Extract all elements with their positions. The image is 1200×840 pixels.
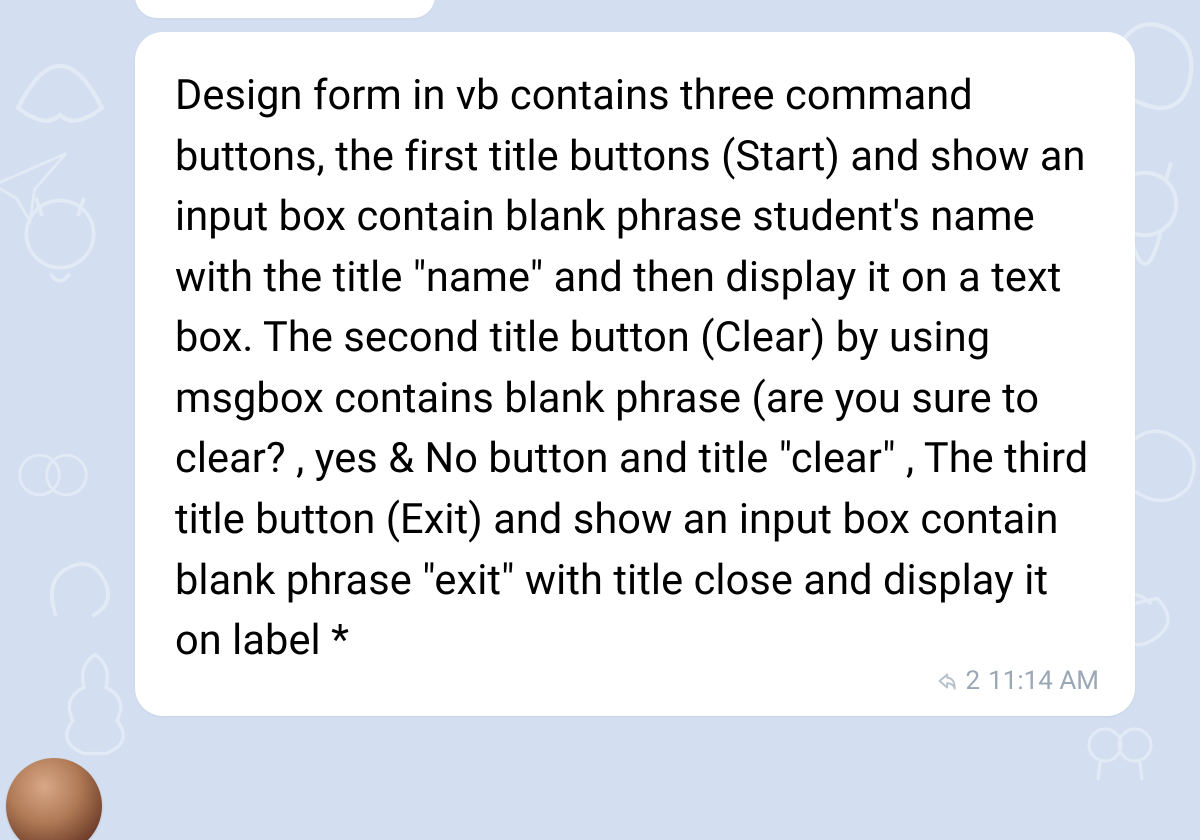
reply-count: 2 — [966, 666, 981, 696]
sender-avatar[interactable] — [6, 758, 102, 840]
incoming-message-bubble[interactable]: Design form in vb contains three command… — [135, 32, 1135, 716]
reply-arrow-icon — [932, 668, 958, 694]
message-timestamp: 11:14 AM — [988, 666, 1099, 696]
previous-message-edge — [135, 0, 435, 18]
message-text: Design form in vb contains three command… — [175, 66, 1095, 672]
